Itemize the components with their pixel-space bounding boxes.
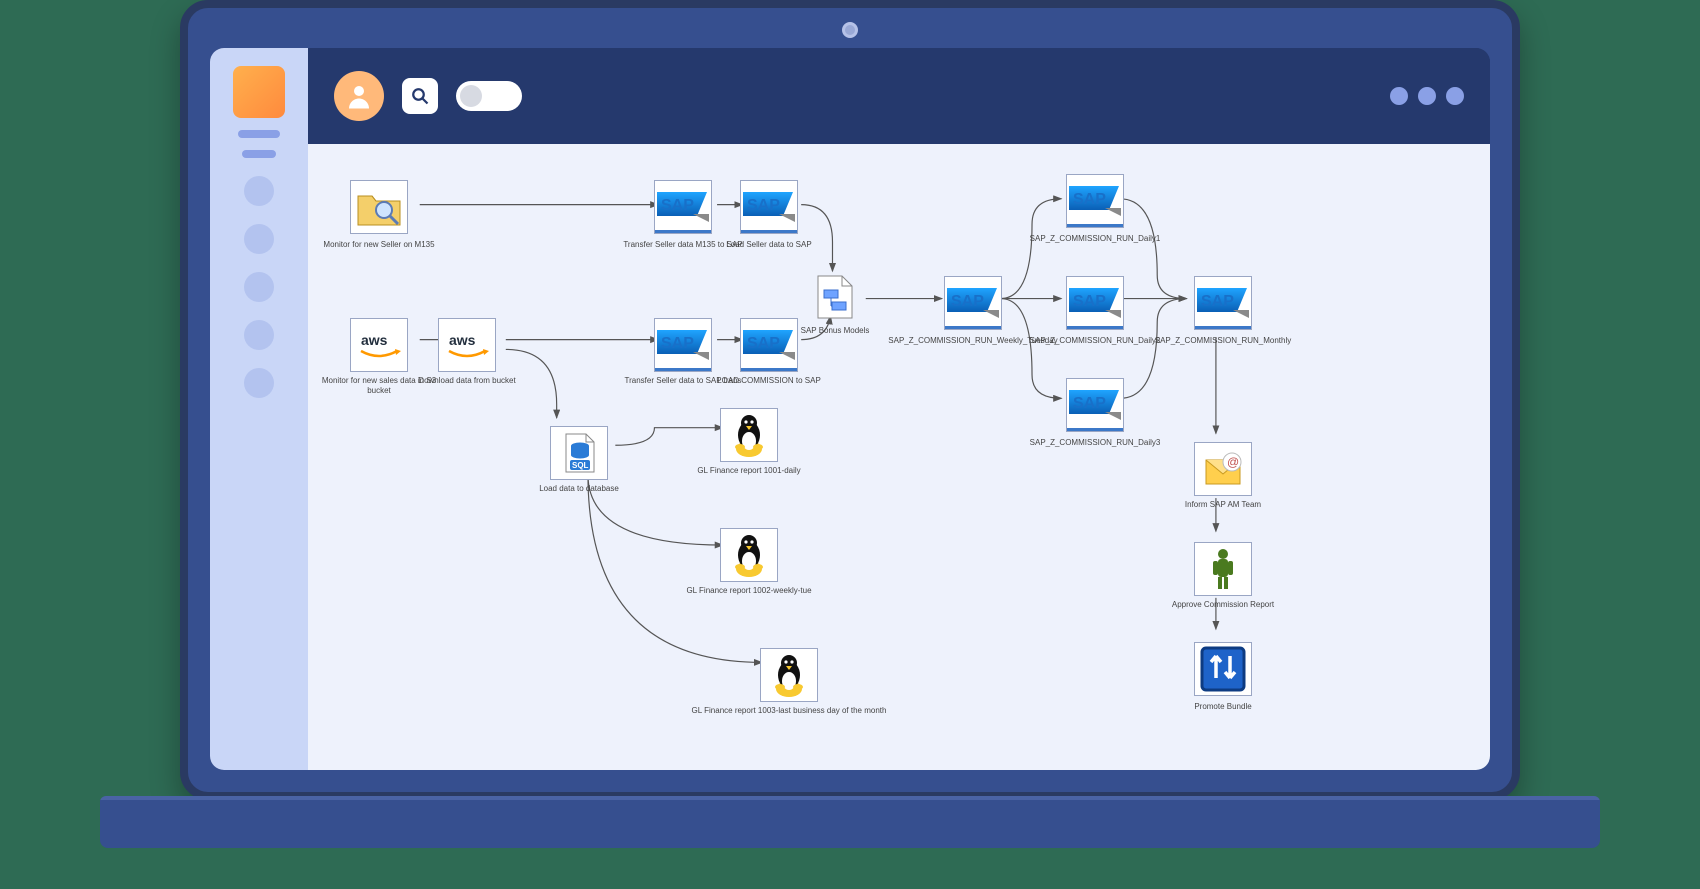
window-dots <box>1390 87 1464 105</box>
node-load-seller[interactable] <box>740 180 798 234</box>
dot-icon <box>1446 87 1464 105</box>
node-inform[interactable] <box>1194 442 1252 496</box>
screen-bezel: Monitor for new Seller on M135 Monitor f… <box>180 0 1520 800</box>
laptop-base <box>100 800 1600 848</box>
node-label: LOAD COMMISSION to SAP <box>704 376 834 386</box>
camera-icon <box>842 22 858 38</box>
node-label: Download data from bucket <box>402 376 532 386</box>
node-approve[interactable] <box>1194 542 1252 596</box>
node-load-db[interactable] <box>550 426 608 480</box>
node-transfer-trans[interactable] <box>654 318 712 372</box>
sidebar-item[interactable] <box>244 224 274 254</box>
node-label: GL Finance report 1003-last business day… <box>669 706 909 716</box>
node-monthly[interactable] <box>1194 276 1252 330</box>
sidebar-item[interactable] <box>244 272 274 302</box>
sidebar-item[interactable] <box>244 368 274 398</box>
node-daily1[interactable] <box>1066 174 1124 228</box>
node-label: Inform SAP AM Team <box>1158 500 1288 510</box>
search-button[interactable] <box>402 78 438 114</box>
node-gl-1001[interactable] <box>720 408 778 462</box>
avatar-icon[interactable] <box>334 71 384 121</box>
node-label: SAP Bonus Models <box>770 326 900 336</box>
workflow-canvas[interactable]: Monitor for new Seller on M135 Monitor f… <box>308 144 1490 770</box>
sidebar-line <box>238 130 280 138</box>
node-label: SAP_Z_COMMISSION_RUN_Monthly <box>1138 336 1308 346</box>
node-daily3[interactable] <box>1066 378 1124 432</box>
node-weekly-tuesday[interactable] <box>944 276 1002 330</box>
node-daily2[interactable] <box>1066 276 1124 330</box>
node-label: SAP_Z_COMMISSION_RUN_Daily3 <box>1015 438 1175 448</box>
toggle-switch[interactable] <box>456 81 522 111</box>
node-label: GL Finance report 1002-weekly-tue <box>664 586 834 596</box>
node-label: SAP_Z_COMMISSION_RUN_Daily1 <box>1015 234 1175 244</box>
node-gl-1002[interactable] <box>720 528 778 582</box>
node-label: Promote Bundle <box>1158 702 1288 712</box>
node-sap-bonus[interactable] <box>806 272 864 324</box>
node-label: Load Seller data to SAP <box>704 240 834 250</box>
laptop-frame: Monitor for new Seller on M135 Monitor f… <box>180 0 1520 860</box>
node-transfer-m135[interactable] <box>654 180 712 234</box>
node-monitor-s3[interactable] <box>350 318 408 372</box>
sidebar-item[interactable] <box>244 176 274 206</box>
app-window: Monitor for new Seller on M135 Monitor f… <box>210 48 1490 770</box>
sidebar-line <box>242 150 276 158</box>
node-label: Monitor for new Seller on M135 <box>314 240 444 250</box>
node-download-bucket[interactable] <box>438 318 496 372</box>
sidebar-item[interactable] <box>244 320 274 350</box>
dot-icon <box>1390 87 1408 105</box>
node-monitor-m135[interactable] <box>350 180 408 234</box>
node-label: Approve Commission Report <box>1158 600 1288 610</box>
topbar <box>308 48 1490 144</box>
node-label: GL Finance report 1001-daily <box>674 466 824 476</box>
app-logo-icon[interactable] <box>233 66 285 118</box>
dot-icon <box>1418 87 1436 105</box>
node-gl-1003[interactable] <box>760 648 818 702</box>
node-promote[interactable] <box>1194 642 1252 696</box>
sidebar <box>210 48 308 770</box>
node-label: Load data to database <box>514 484 644 494</box>
